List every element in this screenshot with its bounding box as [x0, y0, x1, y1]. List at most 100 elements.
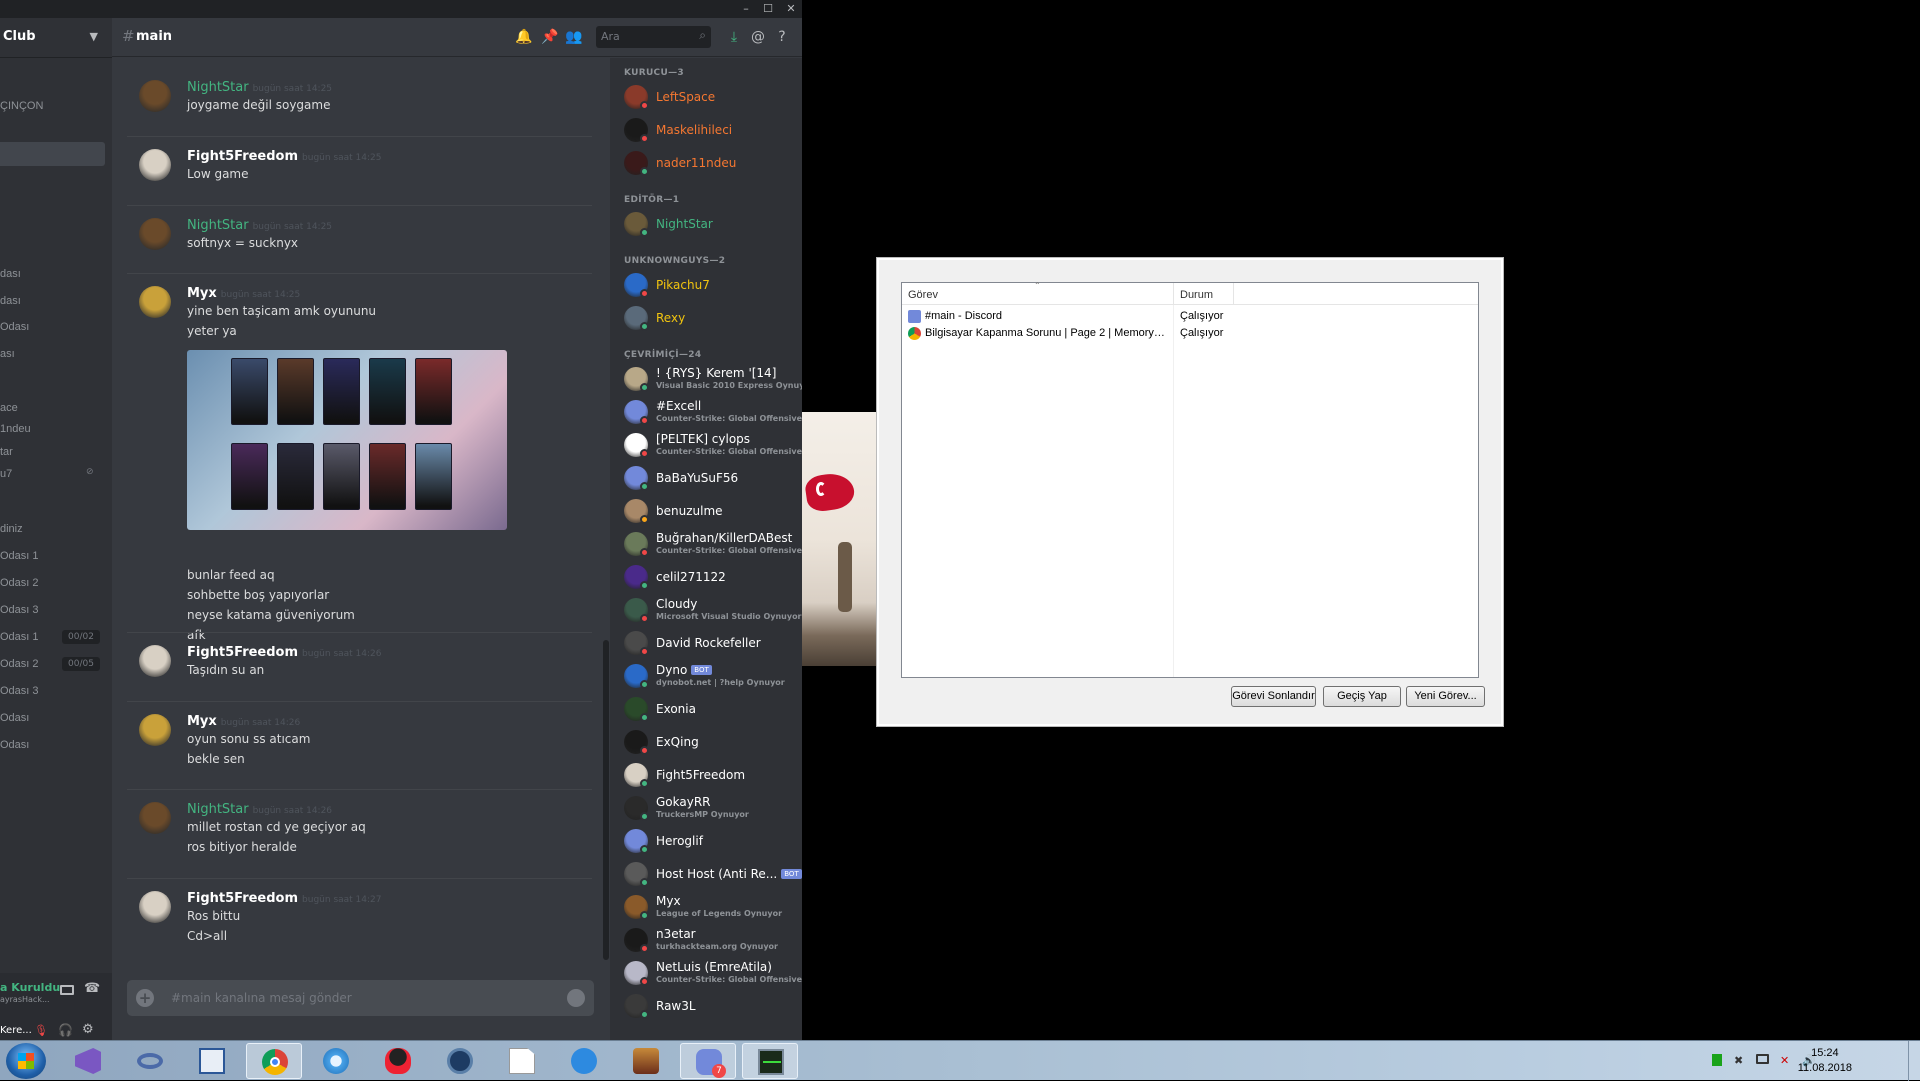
taskbar-chrome[interactable]	[246, 1043, 302, 1079]
member-name[interactable]: celil271122	[656, 570, 726, 584]
close-button[interactable]: ✕	[780, 1, 802, 17]
channel-item[interactable]: Odası	[0, 712, 29, 724]
member-item[interactable]: Heroglif	[624, 826, 799, 856]
channel-item[interactable]: Odası	[0, 739, 29, 751]
system-clock[interactable]: 15:24 11.08.2018	[1798, 1046, 1852, 1076]
channel-item[interactable]: Odası 3	[0, 604, 39, 616]
member-item[interactable]: Host Host (Anti Re... BOT	[624, 859, 802, 889]
author-name[interactable]: NightStar	[187, 802, 249, 817]
start-button[interactable]	[6, 1043, 46, 1079]
avatar[interactable]	[139, 149, 171, 181]
taskbar-gear-app[interactable]	[308, 1043, 364, 1079]
column-header-status[interactable]: Durum	[1174, 283, 1234, 305]
member-item[interactable]: Fight5Freedom	[624, 760, 799, 790]
help-icon[interactable]: ?	[772, 27, 792, 47]
tray-network-icon[interactable]: ✕	[1780, 1054, 1793, 1067]
channel-item[interactable]: Odası 1	[0, 550, 39, 562]
member-item[interactable]: BaBaYuSuF56	[624, 463, 799, 493]
end-task-button[interactable]: Görevi Sonlandır	[1231, 686, 1316, 707]
member-name[interactable]: benuzulme	[656, 504, 723, 518]
member-item[interactable]: n3etar turkhackteam.org Oynuyor	[624, 925, 799, 955]
members-icon[interactable]: 👥	[564, 27, 584, 47]
member-item[interactable]: Raw3L	[624, 991, 799, 1021]
member-item[interactable]: GokayRR TruckersMP Oynuyor	[624, 793, 799, 823]
member-item[interactable]: nader11ndeu	[624, 148, 799, 178]
member-name[interactable]: ! {RYS} Kerem '[14]	[656, 366, 776, 380]
avatar[interactable]	[139, 645, 171, 677]
author-name[interactable]: Myx	[187, 286, 217, 301]
taskbar-pen-app[interactable]	[556, 1043, 612, 1079]
member-item[interactable]: Rexy	[624, 303, 799, 333]
member-item[interactable]: LeftSpace	[624, 82, 799, 112]
member-name[interactable]: Rexy	[656, 311, 685, 325]
member-name[interactable]: Pikachu7	[656, 278, 710, 292]
download-icon[interactable]: ⤓	[724, 27, 744, 47]
member-item[interactable]: ExQing	[624, 727, 799, 757]
member-name[interactable]: ExQing	[656, 735, 699, 749]
disconnect-icon[interactable]: ☎	[84, 981, 100, 996]
channel-item[interactable]: ÇINÇON	[0, 100, 43, 112]
channel-item[interactable]: dası	[0, 268, 21, 280]
channel-item-active[interactable]	[0, 142, 105, 166]
channel-item[interactable]: Odası 1	[0, 631, 39, 643]
author-name[interactable]: Fight5Freedom	[187, 645, 298, 660]
member-name[interactable]: NetLuis (EmreAtila)	[656, 960, 772, 974]
new-task-button[interactable]: Yeni Görev...	[1406, 686, 1485, 707]
author-name[interactable]: Fight5Freedom	[187, 891, 298, 906]
taskbar-discord[interactable]: 7	[680, 1043, 736, 1079]
task-row[interactable]: Bilgisayar Kapanma Sorunu | Page 2 | Mem…	[908, 326, 1468, 342]
member-item[interactable]: NightStar	[624, 209, 799, 239]
server-header[interactable]: Club ▼	[0, 18, 112, 58]
member-name[interactable]: GokayRR	[656, 795, 711, 809]
channel-item[interactable]: ace	[0, 402, 18, 414]
channel-item[interactable]: diniz	[0, 523, 23, 535]
member-item[interactable]: #Excell Counter-Strike: Global Offensive …	[624, 397, 802, 427]
member-name[interactable]: Maskelihileci	[656, 123, 732, 137]
member-item[interactable]: celil271122	[624, 562, 799, 592]
channel-item[interactable]: Odası 3	[0, 685, 39, 697]
channel-item[interactable]: dası	[0, 295, 21, 307]
member-item[interactable]: [PELTEK] cylops Counter-Strike: Global Of…	[624, 430, 802, 460]
member-name[interactable]: Cloudy	[656, 597, 697, 611]
emoji-icon[interactable]	[567, 989, 585, 1007]
chevron-down-icon[interactable]: ▼	[90, 30, 98, 43]
avatar[interactable]	[139, 891, 171, 923]
taskbar-game[interactable]	[618, 1043, 674, 1079]
screen-share-icon[interactable]	[60, 985, 74, 995]
member-name[interactable]: David Rockefeller	[656, 636, 761, 650]
tray-display-icon[interactable]	[1756, 1054, 1769, 1064]
taskbar-notepad[interactable]	[494, 1043, 550, 1079]
minimize-button[interactable]: –	[735, 1, 757, 17]
avatar[interactable]	[139, 714, 171, 746]
taskbar-app-infinity[interactable]	[122, 1043, 178, 1079]
taskbar-qq[interactable]	[370, 1043, 426, 1079]
taskbar-task-manager[interactable]	[742, 1043, 798, 1079]
settings-gear-icon[interactable]: ⚙	[82, 1022, 94, 1037]
member-name[interactable]: Buğrahan/KillerDABest	[656, 531, 792, 545]
avatar[interactable]	[139, 218, 171, 250]
member-item[interactable]: Myx League of Legends Oynuyor	[624, 892, 799, 922]
show-desktop-button[interactable]	[1908, 1041, 1920, 1081]
mention-icon[interactable]: @	[748, 27, 768, 47]
channel-item[interactable]: Odası 2	[0, 658, 39, 670]
avatar[interactable]	[139, 80, 171, 112]
member-item[interactable]: benuzulme	[624, 496, 799, 526]
bell-icon[interactable]: 🔔	[514, 27, 534, 47]
member-name[interactable]: n3etar	[656, 927, 696, 941]
message-input[interactable]: + #main kanalına mesaj gönder	[127, 980, 594, 1016]
member-name[interactable]: BaBaYuSuF56	[656, 471, 738, 485]
member-item[interactable]: Cloudy Microsoft Visual Studio Oynuyor	[624, 595, 802, 625]
member-name[interactable]: #Excell	[656, 399, 701, 413]
member-name[interactable]: Fight5Freedom	[656, 768, 745, 782]
channel-item[interactable]: ası	[0, 348, 15, 360]
add-attachment-icon[interactable]: +	[136, 989, 154, 1007]
member-item[interactable]: Maskelihileci	[624, 115, 799, 145]
switch-to-button[interactable]: Geçiş Yap	[1323, 686, 1401, 707]
member-name[interactable]: NightStar	[656, 217, 713, 231]
column-header-task[interactable]: Görev ⌃	[902, 281, 1174, 305]
maximize-button[interactable]: ☐	[757, 1, 779, 17]
tray-mic-muted-icon[interactable]: ✖	[1734, 1054, 1747, 1067]
author-name[interactable]: Fight5Freedom	[187, 149, 298, 164]
avatar[interactable]	[139, 286, 171, 318]
member-item[interactable]: NetLuis (EmreAtila) Counter-Strike: Globa…	[624, 958, 802, 988]
